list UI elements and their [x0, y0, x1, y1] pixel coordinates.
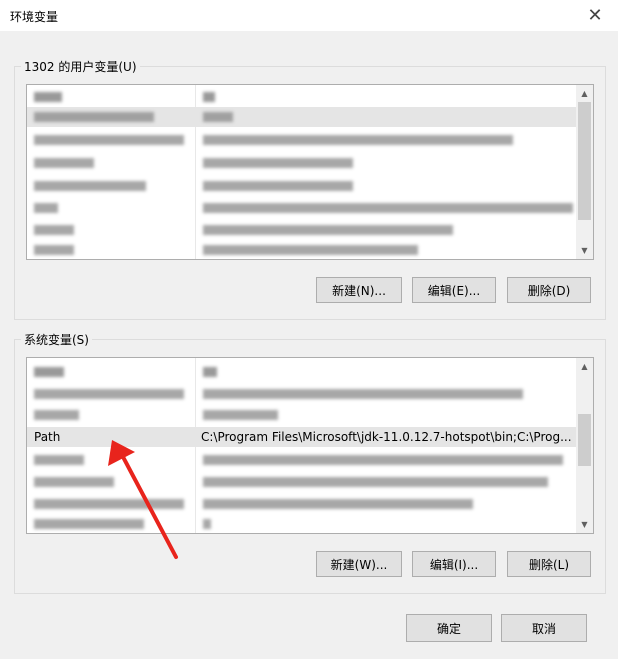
- blurred-value: [203, 135, 513, 145]
- blurred-name: [34, 203, 58, 213]
- blurred-name: [34, 245, 74, 255]
- blurred-value: [203, 455, 563, 465]
- scroll-thumb[interactable]: [578, 414, 591, 466]
- table-row[interactable]: [27, 87, 593, 107]
- close-icon[interactable]: ✕: [572, 0, 618, 31]
- blurred-name: [34, 225, 74, 235]
- path-name: Path: [34, 430, 61, 444]
- table-row[interactable]: [27, 130, 593, 150]
- table-row[interactable]: [27, 240, 593, 259]
- blurred-value: [203, 389, 523, 399]
- table-row[interactable]: [27, 153, 593, 173]
- blurred-name: [34, 135, 184, 145]
- user-variables-list[interactable]: ▲ ▼: [26, 84, 594, 260]
- blurred-value: [203, 519, 211, 529]
- blurred-value: [203, 245, 418, 255]
- scroll-up-icon[interactable]: ▲: [576, 85, 593, 102]
- scroll-up-icon[interactable]: ▲: [576, 358, 593, 375]
- table-row[interactable]: [27, 107, 593, 127]
- blurred-value: [203, 112, 233, 122]
- table-row[interactable]: [27, 220, 593, 240]
- blurred-value: [203, 92, 215, 102]
- blurred-value: [203, 499, 473, 509]
- table-row[interactable]: [27, 494, 593, 514]
- blurred-name: [34, 92, 62, 102]
- blurred-name: [34, 389, 184, 399]
- system-delete-button[interactable]: 删除(L): [507, 551, 591, 577]
- blurred-name: [34, 158, 94, 168]
- user-variables-legend: 1302 的用户变量(U): [24, 60, 137, 74]
- window-title: 环境变量: [10, 10, 59, 24]
- blurred-value: [203, 158, 353, 168]
- system-edit-button[interactable]: 编辑(I)...: [412, 551, 496, 577]
- ok-button[interactable]: 确定: [406, 614, 492, 642]
- blurred-value: [203, 410, 278, 420]
- system-variables-legend: 系统变量(S): [24, 333, 89, 347]
- user-delete-button[interactable]: 删除(D): [507, 277, 591, 303]
- blurred-value: [203, 367, 217, 377]
- blurred-name: [34, 410, 79, 420]
- path-row[interactable]: Path C:\Program Files\Microsoft\jdk-11.0…: [27, 427, 593, 447]
- blurred-value: [203, 181, 353, 191]
- table-row[interactable]: [27, 384, 593, 404]
- table-row[interactable]: [27, 472, 593, 492]
- scroll-down-icon[interactable]: ▼: [576, 516, 593, 533]
- blurred-value: [203, 477, 548, 487]
- blurred-name: [34, 499, 184, 509]
- blurred-name: [34, 477, 114, 487]
- user-new-button[interactable]: 新建(N)...: [316, 277, 402, 303]
- blurred-value: [203, 203, 573, 213]
- blurred-value: [203, 225, 453, 235]
- title-bar: 环境变量 ✕: [0, 0, 618, 31]
- table-row[interactable]: [27, 176, 593, 196]
- table-row[interactable]: [27, 362, 593, 382]
- system-new-button[interactable]: 新建(W)...: [316, 551, 402, 577]
- table-row[interactable]: [27, 514, 593, 533]
- blurred-name: [34, 455, 84, 465]
- blurred-name: [34, 367, 64, 377]
- scroll-thumb[interactable]: [578, 102, 591, 220]
- scroll-down-icon[interactable]: ▼: [576, 242, 593, 259]
- cancel-button[interactable]: 取消: [501, 614, 587, 642]
- blurred-name: [34, 519, 144, 529]
- table-row[interactable]: [27, 405, 593, 425]
- blurred-name: [34, 181, 146, 191]
- blurred-name: [34, 112, 154, 122]
- path-value: C:\Program Files\Microsoft\jdk-11.0.12.7…: [201, 430, 572, 444]
- user-edit-button[interactable]: 编辑(E)...: [412, 277, 496, 303]
- system-list-scrollbar[interactable]: ▲ ▼: [576, 358, 593, 533]
- table-row[interactable]: [27, 198, 593, 218]
- table-row[interactable]: [27, 450, 593, 470]
- system-variables-list[interactable]: Path C:\Program Files\Microsoft\jdk-11.0…: [26, 357, 594, 534]
- user-list-scrollbar[interactable]: ▲ ▼: [576, 85, 593, 259]
